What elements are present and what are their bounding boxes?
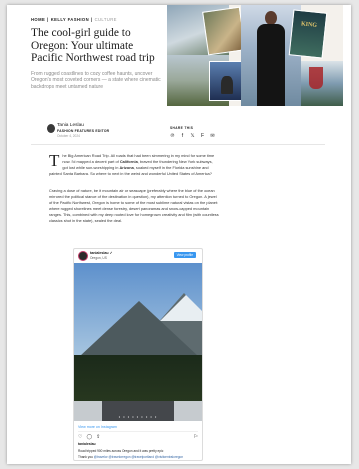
author-name[interactable]: Tania Leslau — [57, 123, 84, 128]
instagram-photo[interactable]: • • • • • • • • • — [74, 263, 202, 421]
view-more-link[interactable]: View more on Instagram — [78, 425, 117, 429]
comment-icon[interactable]: ◯ — [86, 434, 92, 440]
instagram-username[interactable]: tanialeslau — [90, 251, 109, 255]
breadcrumb-section[interactable]: KELLY FASHION — [51, 17, 89, 22]
hero-collage-image: KING — [167, 5, 343, 106]
heart-icon[interactable]: ♡ — [78, 434, 82, 440]
instagram-location[interactable]: Oregon, US — [90, 256, 107, 260]
pinterest-icon[interactable]: ℗ — [170, 133, 175, 139]
drop-cap: T — [49, 151, 60, 170]
instagram-actions: ♡ ◯ ⇪ — [78, 434, 100, 440]
breadcrumb: HOME | KELLY FASHION | CULTURE — [31, 17, 117, 22]
collage-book-photo: KING — [288, 9, 328, 59]
body-paragraph-2: Craving a dose of nature, be it mountain… — [49, 188, 219, 224]
article-dek: From rugged coastlines to cozy coffee ha… — [31, 71, 161, 90]
share-label: SHARE THIS — [170, 126, 194, 130]
x-icon[interactable]: 𝕏 — [190, 133, 195, 139]
body-paragraph-1: The Big American Road Trip. All roads th… — [49, 151, 215, 177]
view-profile-button[interactable]: View profile — [173, 252, 196, 258]
publish-date: October 4, 2024 — [57, 134, 80, 138]
collage-wine-photo — [301, 61, 343, 106]
link-california[interactable]: California — [120, 159, 138, 164]
share-icon[interactable]: ⇪ — [96, 434, 100, 440]
instagram-header: tanialeslau ✓ Oregon, US View profile — [78, 251, 198, 263]
bookmark-icon[interactable]: ⚐ — [194, 434, 198, 440]
instagram-divider — [78, 431, 198, 432]
breadcrumb-subsection[interactable]: CULTURE — [95, 17, 117, 22]
author-avatar — [47, 124, 55, 133]
instagram-tags[interactable]: @travelor @travelorregon @travelportland… — [94, 455, 183, 459]
author-role: FASHION FEATURES EDITOR — [57, 129, 110, 133]
breadcrumb-home[interactable]: HOME — [31, 17, 45, 22]
flipboard-icon[interactable]: F — [200, 133, 205, 139]
divider — [31, 144, 325, 145]
email-icon[interactable]: ✉ — [210, 133, 215, 139]
instagram-avatar[interactable] — [78, 251, 88, 261]
carousel-dots[interactable]: • • • • • • • • • — [74, 414, 202, 419]
article-page: HOME | KELLY FASHION | CULTURE The cool-girl… — [7, 5, 351, 464]
link-arizona[interactable]: Arizona — [119, 165, 133, 170]
share-bar: SHARE THIS ℗ f 𝕏 F ✉ — [170, 126, 215, 139]
collage-map-photo — [202, 6, 246, 56]
instagram-caption-tags: Thank you @travelor @travelorregon @trav… — [78, 455, 184, 459]
instagram-caption: Road tripped 900 miles across Oregon and… — [78, 449, 164, 453]
instagram-embed: tanialeslau ✓ Oregon, US View profile • … — [73, 248, 203, 461]
verified-icon: ✓ — [109, 251, 113, 255]
facebook-icon[interactable]: f — [180, 133, 185, 139]
book-title: KING — [300, 21, 318, 29]
instagram-caption-username[interactable]: tanialeslau — [78, 442, 96, 446]
article-title: The cool-girl guide to Oregon: Your ulti… — [31, 27, 155, 65]
